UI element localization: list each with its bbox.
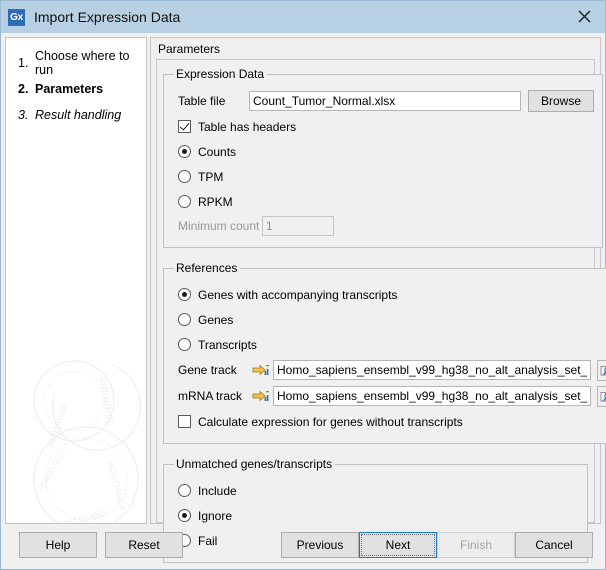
unit-option-counts[interactable]: Counts — [172, 139, 594, 164]
wizard-steps-list: 1. Choose where to run 2. Parameters 3. … — [6, 38, 146, 128]
next-button-label: Next — [361, 534, 435, 556]
import-expression-data-dialog: Gx Import Expression Data 1. Choose wher… — [0, 0, 606, 570]
calculate-expression-label: Calculate expression for genes without t… — [198, 414, 463, 429]
gene-track-label: Gene track — [178, 363, 237, 377]
counts-radio[interactable] — [178, 145, 191, 158]
sidebar-item-parameters[interactable]: 2. Parameters — [6, 76, 146, 102]
reset-button[interactable]: Reset — [105, 532, 183, 558]
sidebar-item-result-handling[interactable]: 3. Result handling — [6, 102, 146, 128]
step-label: Choose where to run — [35, 49, 130, 77]
finish-button: Finish — [437, 532, 515, 558]
include-label: Include — [198, 483, 237, 498]
unit-option-tpm[interactable]: TPM — [172, 164, 594, 189]
genes-label: Genes — [198, 312, 234, 327]
minimum-count-input — [262, 216, 334, 236]
svg-text:0101101010: 0101101010 — [45, 403, 69, 448]
unmatched-option-include[interactable]: Include — [172, 478, 579, 503]
references-legend: References — [176, 261, 238, 275]
wizard-steps-pane: 1. Choose where to run 2. Parameters 3. … — [5, 37, 147, 524]
genes-radio[interactable] — [178, 313, 191, 326]
gene-track-row: Gene track — [172, 357, 606, 383]
minimum-count-label: Minimum count — [178, 219, 260, 233]
close-icon[interactable] — [564, 1, 605, 32]
mrna-track-browse-icon[interactable] — [597, 385, 606, 407]
genes-with-transcripts-label: Genes with accompanying transcripts — [198, 287, 398, 302]
decorative-watermark: 10110011001 0101101010 TCAGGTACT ACGTTAG… — [33, 360, 142, 524]
reference-option-genes-with-transcripts[interactable]: Genes with accompanying transcripts — [172, 282, 606, 307]
parameters-scroll-area: Expression Data Table file Browse Table … — [156, 59, 606, 563]
ignore-radio[interactable] — [178, 509, 191, 522]
reference-option-transcripts[interactable]: Transcripts — [172, 332, 606, 357]
tpm-label: TPM — [198, 169, 224, 184]
previous-button[interactable]: Previous — [281, 532, 359, 558]
browse-button[interactable]: Browse — [528, 90, 594, 112]
table-file-input[interactable] — [249, 91, 521, 111]
transcripts-radio[interactable] — [178, 338, 191, 351]
ignore-label: Ignore — [198, 508, 233, 523]
svg-text:10110011001: 10110011001 — [98, 376, 115, 425]
app-icon: Gx — [8, 8, 25, 26]
expression-data-group: Expression Data Table file Browse Table … — [163, 67, 603, 248]
mrna-track-row: mRNA track — [172, 383, 606, 409]
mrna-track-label: mRNA track — [178, 389, 243, 403]
dialog-footer: Help Reset Previous Next Finish Cancel — [1, 524, 605, 569]
parameters-pane-label: Parameters — [158, 42, 221, 56]
rpkm-radio[interactable] — [178, 195, 191, 208]
table-file-label: Table file — [178, 94, 226, 108]
rpkm-label: RPKM — [198, 194, 233, 209]
gene-track-input[interactable] — [273, 360, 591, 380]
svg-text:ACGTTAGCA: ACGTTAGCA — [106, 461, 128, 511]
tpm-radio[interactable] — [178, 170, 191, 183]
step-number: 2. — [18, 82, 29, 96]
help-button[interactable]: Help — [19, 532, 97, 558]
unmatched-legend: Unmatched genes/transcripts — [176, 457, 333, 471]
transcripts-label: Transcripts — [198, 337, 257, 352]
calculate-expression-row[interactable]: Calculate expression for genes without t… — [172, 409, 606, 434]
step-number: 1. — [18, 56, 29, 70]
parameters-pane: Parameters Expression Data Table file Br… — [150, 37, 606, 563]
sidebar-item-choose-where-to-run[interactable]: 1. Choose where to run — [6, 49, 146, 77]
title-bar: Gx Import Expression Data — [1, 1, 605, 33]
table-file-row: Table file Browse — [172, 88, 594, 114]
unit-option-rpkm[interactable]: RPKM — [172, 189, 594, 214]
track-icon — [252, 364, 269, 375]
mrna-track-input[interactable] — [273, 386, 591, 406]
step-number: 3. — [18, 108, 29, 122]
dialog-body: 1. Choose where to run 2. Parameters 3. … — [1, 33, 606, 569]
expression-data-legend: Expression Data — [176, 67, 265, 81]
step-label: Parameters — [35, 82, 104, 96]
minimum-count-row: Minimum count — [172, 214, 594, 238]
counts-label: Counts — [198, 144, 237, 159]
references-group: References Genes with accompanying trans… — [163, 261, 606, 444]
track-icon — [252, 390, 269, 401]
calculate-expression-checkbox[interactable] — [178, 415, 191, 428]
gene-track-browse-icon[interactable] — [597, 359, 606, 381]
table-has-headers-row[interactable]: Table has headers — [172, 114, 594, 139]
window-title: Import Expression Data — [34, 9, 181, 25]
genes-with-transcripts-radio[interactable] — [178, 288, 191, 301]
table-has-headers-label: Table has headers — [198, 119, 297, 134]
step-label: Result handling — [35, 108, 122, 122]
table-has-headers-checkbox[interactable] — [178, 120, 191, 133]
svg-text:GCATTCAGG: GCATTCAGG — [56, 509, 107, 524]
reference-option-genes[interactable]: Genes — [172, 307, 606, 332]
footer-button-row: Help Reset Previous Next Finish Cancel — [1, 532, 605, 558]
cancel-button[interactable]: Cancel — [515, 532, 593, 558]
next-button[interactable]: Next — [359, 532, 437, 558]
include-radio[interactable] — [178, 484, 191, 497]
